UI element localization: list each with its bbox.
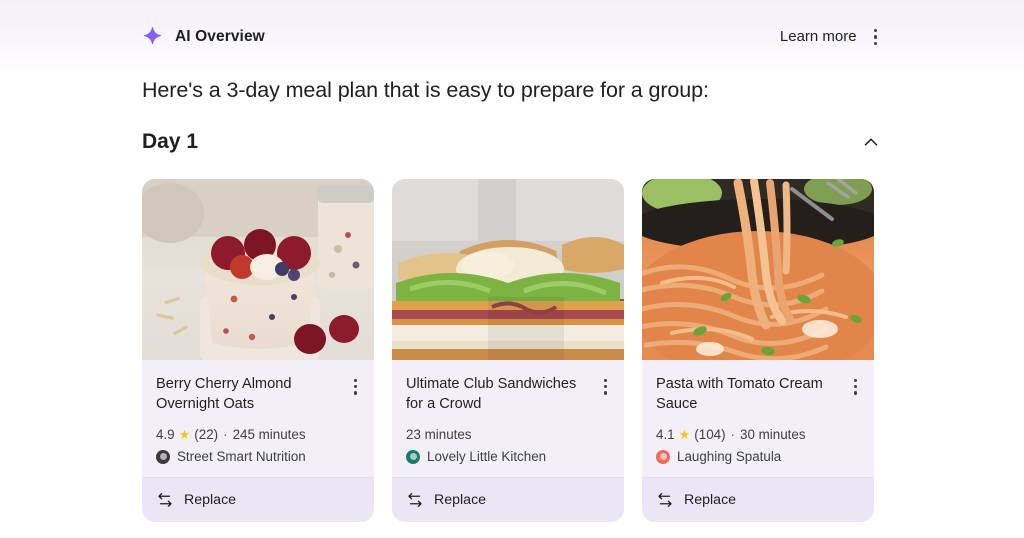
sparkle-icon: [142, 26, 164, 48]
source-favicon-icon: [656, 449, 670, 464]
ai-overview-header: AI Overview Learn more: [142, 22, 882, 52]
recipe-source[interactable]: Lovely Little Kitchen: [406, 449, 610, 464]
ai-overview-actions: Learn more: [780, 25, 882, 49]
chevron-up-icon[interactable]: [860, 131, 882, 153]
star-icon: ★: [678, 427, 691, 442]
recipe-card[interactable]: Berry Cherry Almond Overnight Oats 4.9 ★…: [142, 179, 374, 522]
swap-arrows-icon: [656, 491, 674, 509]
recipe-image-club-sandwich[interactable]: [392, 179, 624, 360]
swap-arrows-icon: [156, 491, 174, 509]
rating-value: 4.1: [656, 427, 675, 442]
recipe-title[interactable]: Berry Cherry Almond Overnight Oats: [156, 374, 328, 414]
day-title: Day 1: [142, 130, 199, 153]
recipe-title[interactable]: Pasta with Tomato Cream Sauce: [656, 374, 828, 414]
recipe-source[interactable]: Laughing Spatula: [656, 449, 860, 464]
recipe-meta: 4.9 ★ (22) · 245 minutes: [156, 427, 360, 442]
ai-overview-page: AI Overview Learn more Here's a 3-day me…: [0, 0, 1024, 538]
meta-separator: ·: [730, 427, 736, 442]
source-name: Street Smart Nutrition: [177, 449, 306, 464]
replace-button[interactable]: Replace: [142, 477, 374, 522]
recipe-card-list: Berry Cherry Almond Overnight Oats 4.9 ★…: [142, 179, 874, 522]
recipe-card[interactable]: Ultimate Club Sandwiches for a Crowd 23 …: [392, 179, 624, 522]
meta-separator: ·: [223, 427, 228, 442]
page-title: Here's a 3-day meal plan that is easy to…: [142, 78, 709, 102]
recipe-image-overnight-oats[interactable]: [142, 179, 374, 360]
source-name: Laughing Spatula: [677, 449, 782, 464]
cook-time: 245 minutes: [232, 427, 306, 442]
swap-arrows-icon: [406, 491, 424, 509]
more-vert-icon[interactable]: [351, 376, 360, 398]
replace-label: Replace: [684, 492, 737, 508]
replace-button[interactable]: Replace: [642, 477, 874, 522]
source-favicon-icon: [156, 449, 170, 464]
review-count: (22): [194, 427, 219, 442]
star-icon: ★: [178, 427, 191, 442]
more-vert-icon[interactable]: [601, 376, 610, 398]
rating-value: 4.9: [156, 427, 175, 442]
learn-more-link[interactable]: Learn more: [780, 28, 857, 45]
recipe-details: Pasta with Tomato Cream Sauce 4.1 ★ (104…: [642, 360, 874, 477]
cook-time: 23 minutes: [406, 427, 472, 442]
more-vert-icon[interactable]: [869, 25, 882, 49]
replace-label: Replace: [434, 492, 487, 508]
replace-button[interactable]: Replace: [392, 477, 624, 522]
source-name: Lovely Little Kitchen: [427, 449, 547, 464]
ai-overview-title: AI Overview: [175, 28, 265, 45]
source-favicon-icon: [406, 449, 420, 464]
day-section-header[interactable]: Day 1: [142, 125, 882, 159]
replace-label: Replace: [184, 492, 237, 508]
recipe-card[interactable]: Pasta with Tomato Cream Sauce 4.1 ★ (104…: [642, 179, 874, 522]
recipe-details: Berry Cherry Almond Overnight Oats 4.9 ★…: [142, 360, 374, 477]
recipe-title[interactable]: Ultimate Club Sandwiches for a Crowd: [406, 374, 578, 414]
recipe-source[interactable]: Street Smart Nutrition: [156, 449, 360, 464]
review-count: (104): [694, 427, 726, 442]
cook-time: 30 minutes: [740, 427, 806, 442]
recipe-meta: 4.1 ★ (104) · 30 minutes: [656, 427, 860, 442]
recipe-meta: 23 minutes: [406, 427, 610, 442]
recipe-image-pasta[interactable]: [642, 179, 874, 360]
recipe-details: Ultimate Club Sandwiches for a Crowd 23 …: [392, 360, 624, 477]
ai-overview-branding: AI Overview: [142, 26, 265, 48]
more-vert-icon[interactable]: [851, 376, 860, 398]
